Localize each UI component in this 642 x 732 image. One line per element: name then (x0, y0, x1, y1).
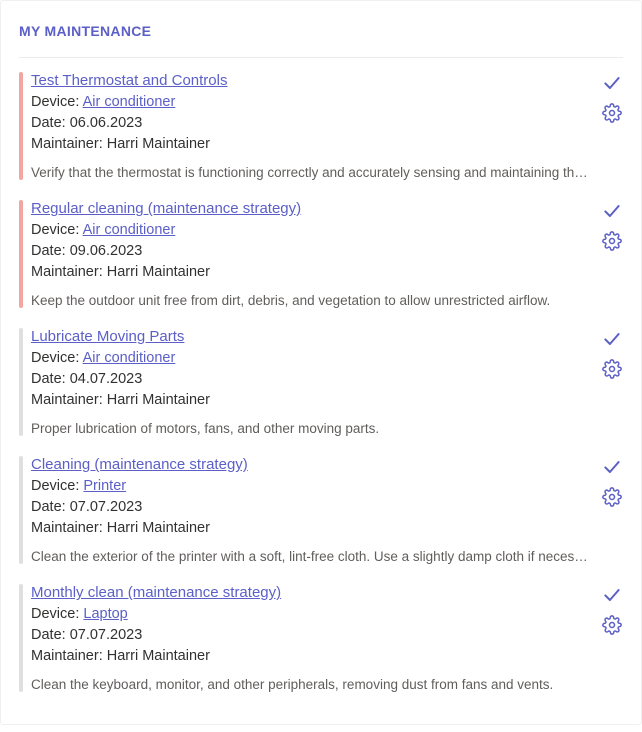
date-label: Date: (31, 499, 70, 515)
maintenance-list: Test Thermostat and Controls Device: Air … (19, 72, 623, 692)
date-value: 06.06.2023 (70, 115, 143, 131)
settings-button[interactable] (601, 104, 623, 126)
maintenance-item: Cleaning (maintenance strategy) Device: P… (19, 456, 623, 564)
date-label: Date: (31, 627, 70, 643)
task-title-link[interactable]: Cleaning (maintenance strategy) (31, 456, 248, 473)
device-link[interactable]: Air conditioner (83, 94, 176, 110)
item-actions (601, 456, 623, 510)
maintainer-line: Maintainer: Harri Maintainer (31, 262, 593, 283)
task-title-link[interactable]: Test Thermostat and Controls (31, 72, 227, 89)
gear-icon (602, 487, 622, 512)
maintenance-item: Test Thermostat and Controls Device: Air … (19, 72, 623, 180)
settings-button[interactable] (601, 488, 623, 510)
maintenance-panel: MY MAINTENANCE Test Thermostat and Contr… (0, 0, 642, 725)
settings-button[interactable] (601, 360, 623, 382)
maintenance-item: Regular cleaning (maintenance strategy) D… (19, 200, 623, 308)
date-value: 07.07.2023 (70, 627, 143, 643)
complete-button[interactable] (601, 586, 623, 608)
date-line: Date: 07.07.2023 (31, 497, 593, 518)
item-content: Monthly clean (maintenance strategy) Devi… (31, 584, 593, 692)
date-value: 09.06.2023 (70, 243, 143, 259)
accent-bar (19, 72, 23, 180)
device-line: Device: Air conditioner (31, 220, 593, 241)
item-content: Regular cleaning (maintenance strategy) D… (31, 200, 593, 308)
device-label: Device: (31, 222, 83, 238)
date-line: Date: 07.07.2023 (31, 625, 593, 646)
item-actions (601, 72, 623, 126)
divider (19, 57, 623, 58)
complete-button[interactable] (601, 458, 623, 480)
settings-button[interactable] (601, 616, 623, 638)
device-line: Device: Air conditioner (31, 92, 593, 113)
maintenance-item: Monthly clean (maintenance strategy) Devi… (19, 584, 623, 692)
date-value: 04.07.2023 (70, 371, 143, 387)
gear-icon (602, 103, 622, 128)
task-description: Proper lubrication of motors, fans, and … (31, 421, 593, 436)
item-actions (601, 200, 623, 254)
maintainer-label: Maintainer: (31, 392, 107, 408)
maintainer-value: Harri Maintainer (107, 520, 210, 536)
date-line: Date: 09.06.2023 (31, 241, 593, 262)
task-description: Keep the outdoor unit free from dirt, de… (31, 293, 593, 308)
maintainer-value: Harri Maintainer (107, 264, 210, 280)
maintainer-value: Harri Maintainer (107, 648, 210, 664)
device-label: Device: (31, 350, 83, 366)
check-icon (602, 457, 622, 482)
maintenance-item: Lubricate Moving Parts Device: Air condit… (19, 328, 623, 436)
gear-icon (602, 615, 622, 640)
device-link[interactable]: Laptop (83, 606, 127, 622)
gear-icon (602, 231, 622, 256)
item-actions (601, 328, 623, 382)
date-line: Date: 04.07.2023 (31, 369, 593, 390)
gear-icon (602, 359, 622, 384)
item-content: Cleaning (maintenance strategy) Device: P… (31, 456, 593, 564)
maintainer-value: Harri Maintainer (107, 392, 210, 408)
maintainer-label: Maintainer: (31, 136, 107, 152)
page-title: MY MAINTENANCE (19, 23, 623, 39)
settings-button[interactable] (601, 232, 623, 254)
maintainer-label: Maintainer: (31, 520, 107, 536)
task-title-link[interactable]: Lubricate Moving Parts (31, 328, 184, 345)
check-icon (602, 201, 622, 226)
complete-button[interactable] (601, 202, 623, 224)
device-line: Device: Printer (31, 476, 593, 497)
date-label: Date: (31, 115, 70, 131)
device-link[interactable]: Air conditioner (83, 350, 176, 366)
maintainer-line: Maintainer: Harri Maintainer (31, 390, 593, 411)
item-content: Lubricate Moving Parts Device: Air condit… (31, 328, 593, 436)
item-actions (601, 584, 623, 638)
date-label: Date: (31, 371, 70, 387)
maintainer-line: Maintainer: Harri Maintainer (31, 518, 593, 539)
complete-button[interactable] (601, 74, 623, 96)
maintainer-label: Maintainer: (31, 648, 107, 664)
task-title-link[interactable]: Regular cleaning (maintenance strategy) (31, 200, 301, 217)
maintainer-line: Maintainer: Harri Maintainer (31, 134, 593, 155)
maintainer-line: Maintainer: Harri Maintainer (31, 646, 593, 667)
device-line: Device: Laptop (31, 604, 593, 625)
device-label: Device: (31, 94, 83, 110)
date-line: Date: 06.06.2023 (31, 113, 593, 134)
device-link[interactable]: Air conditioner (83, 222, 176, 238)
accent-bar (19, 456, 23, 564)
check-icon (602, 585, 622, 610)
device-label: Device: (31, 478, 83, 494)
task-description: Verify that the thermostat is functionin… (31, 165, 593, 180)
device-line: Device: Air conditioner (31, 348, 593, 369)
check-icon (602, 73, 622, 98)
date-value: 07.07.2023 (70, 499, 143, 515)
maintainer-value: Harri Maintainer (107, 136, 210, 152)
complete-button[interactable] (601, 330, 623, 352)
task-description: Clean the exterior of the printer with a… (31, 549, 593, 564)
device-link[interactable]: Printer (83, 478, 126, 494)
accent-bar (19, 584, 23, 692)
task-description: Clean the keyboard, monitor, and other p… (31, 677, 593, 692)
task-title-link[interactable]: Monthly clean (maintenance strategy) (31, 584, 281, 601)
item-content: Test Thermostat and Controls Device: Air … (31, 72, 593, 180)
date-label: Date: (31, 243, 70, 259)
check-icon (602, 329, 622, 354)
maintainer-label: Maintainer: (31, 264, 107, 280)
accent-bar (19, 328, 23, 436)
device-label: Device: (31, 606, 83, 622)
accent-bar (19, 200, 23, 308)
